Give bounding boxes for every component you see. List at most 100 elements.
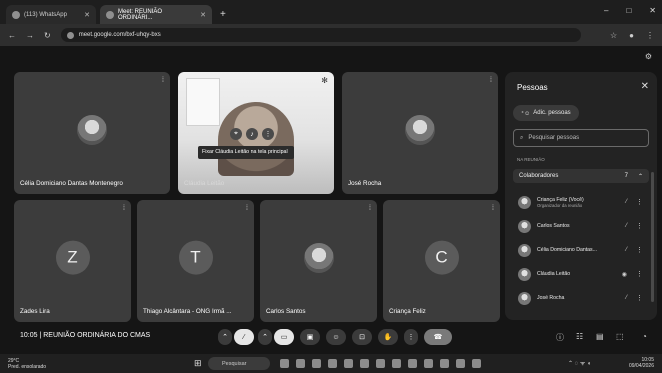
tab-whatsapp[interactable]: (113) WhatsApp ✕ — [6, 5, 96, 24]
mic-off-icon: ⁄ — [625, 295, 627, 301]
weather-widget[interactable]: 29°C Pred. ensolarado — [8, 358, 46, 370]
new-tab-button[interactable]: + — [220, 9, 226, 20]
avatar — [77, 115, 107, 145]
list-item[interactable]: Carlos Santos ⁄ ⋮ — [513, 214, 649, 238]
app-icon[interactable] — [344, 359, 353, 368]
participant-tile[interactable]: ⁞ T Thiago Alcântara - ONG Irmã ... — [137, 200, 254, 322]
list-item[interactable]: Criança Feliz (Você) Organizador da reun… — [513, 190, 649, 214]
tab-meet[interactable]: Meet: REUNIÃO ORDINÁRI... ✕ — [100, 5, 212, 24]
app-icon[interactable] — [280, 359, 289, 368]
chevron-up-icon[interactable]: ⌃ — [638, 173, 643, 180]
app-icon[interactable] — [424, 359, 433, 368]
app-icon[interactable] — [472, 359, 481, 368]
background-window — [186, 78, 220, 126]
app-icon[interactable] — [392, 359, 401, 368]
clock[interactable]: 10:05 09/04/2026 — [629, 357, 654, 369]
window-controls: – □ ✕ — [604, 6, 656, 15]
tile-controls: ⌖ ♪ ⋮ — [230, 128, 274, 140]
participant-video-tile[interactable]: ✻ ⌖ ♪ ⋮ Fixar Cláudia Leitão na tela pri… — [178, 72, 334, 194]
participant-name: Criança Feliz — [389, 308, 426, 315]
leave-call-button[interactable]: ☎ — [424, 329, 452, 345]
add-people-button[interactable]: ⁺☺ Adic. pessoas — [513, 105, 579, 121]
section-label: NA REUNIÃO — [517, 157, 545, 162]
participant-tile[interactable]: ⁞ Célia Domiciano Dantas Montenegro — [14, 72, 170, 194]
video-options-button[interactable]: ⌃ — [258, 329, 272, 345]
app-icon[interactable] — [312, 359, 321, 368]
mic-status-icon: ⁞ — [369, 205, 371, 212]
layout-icon[interactable]: ⚙ — [645, 52, 652, 61]
reload-icon[interactable]: ↻ — [44, 31, 51, 40]
search-placeholder: Pesquisar pessoas — [528, 135, 580, 141]
mic-off-icon: ⁄ — [625, 247, 627, 253]
more-options-icon[interactable]: ⋮ — [636, 294, 643, 302]
mic-status-icon: ⁞ — [246, 205, 248, 212]
back-icon[interactable]: ← — [8, 31, 16, 40]
info-icon[interactable]: ⓘ — [556, 332, 564, 343]
present-screen-icon[interactable]: ⊡ — [352, 329, 372, 345]
start-icon[interactable]: ⊞ — [194, 358, 202, 369]
app-icon[interactable] — [360, 359, 369, 368]
more-options-icon[interactable]: ⋮ — [404, 329, 418, 345]
participant-tile[interactable]: ⁞ Z Zades Lira — [14, 200, 131, 322]
more-options-icon[interactable]: ⋮ — [636, 198, 643, 206]
app-icon[interactable] — [456, 359, 465, 368]
close-tab-icon[interactable]: ✕ — [84, 11, 90, 19]
pin-icon[interactable]: ⌖ — [230, 128, 242, 140]
maximize-button[interactable]: □ — [626, 6, 631, 15]
participant-name: Carlos Santos — [266, 308, 306, 315]
more-options-icon[interactable]: ⋮ — [636, 222, 643, 230]
scrollbar[interactable] — [651, 172, 654, 302]
system-tray-icons[interactable]: ⌃ ◌ ᯤ ◖ — [568, 359, 591, 367]
people-icon[interactable]: ☷ — [576, 332, 583, 341]
bookmark-star-icon[interactable]: ☆ — [610, 31, 617, 40]
more-options-icon[interactable]: ⋮ — [262, 128, 274, 140]
host-controls-icon[interactable]: ◔ — [642, 332, 647, 341]
clock-date: 09/04/2026 — [628, 363, 654, 369]
raise-hand-icon[interactable]: ✋ — [378, 329, 398, 345]
menu-icon[interactable]: ⋮ — [646, 31, 654, 40]
close-tab-icon[interactable]: ✕ — [200, 11, 206, 19]
profile-icon[interactable]: ● — [629, 31, 634, 40]
collaborators-group[interactable]: Colaboradores 7 ⌃ — [513, 169, 649, 183]
app-icon[interactable] — [328, 359, 337, 368]
list-item[interactable]: José Rocha ⁄ ⋮ — [513, 286, 649, 310]
app-icon[interactable] — [376, 359, 385, 368]
address-bar: ← → ↻ meet.google.com/bxf-uhqy-bxs ☆ ● ⋮ — [0, 24, 662, 46]
mute-participant-icon[interactable]: ♪ — [246, 128, 258, 140]
screen: { "browser": { "tabs": [ {"title": "(113… — [0, 0, 662, 373]
minimize-button[interactable]: – — [604, 6, 608, 15]
microphone-toggle-icon[interactable]: ⁄ — [234, 329, 254, 345]
list-item[interactable]: Cláudia Leitão ◉ ⋮ — [513, 262, 649, 286]
taskbar-search[interactable]: Pesquisar — [208, 357, 270, 370]
captions-icon[interactable]: ▣ — [300, 329, 320, 345]
url-field[interactable]: meet.google.com/bxf-uhqy-bxs — [60, 28, 581, 42]
participant-tile[interactable]: ⁞ C Criança Feliz — [383, 200, 500, 322]
whatsapp-favicon-icon — [12, 10, 20, 19]
chat-icon[interactable]: ▤ — [596, 332, 604, 341]
camera-toggle-icon[interactable]: ▭ — [274, 329, 294, 345]
add-person-icon: ⁺☺ — [521, 110, 531, 117]
app-icon[interactable] — [440, 359, 449, 368]
more-options-icon[interactable]: ⋮ — [636, 270, 643, 278]
app-icon[interactable] — [408, 359, 417, 368]
participant-tile[interactable]: ⁞ José Rocha — [342, 72, 498, 194]
participant-tile[interactable]: ⁞ Carlos Santos — [260, 200, 377, 322]
avatar — [303, 243, 334, 273]
forward-icon[interactable]: → — [26, 31, 34, 40]
audio-options-button[interactable]: ⌃ — [218, 329, 232, 345]
avatar — [518, 219, 531, 233]
search-people-field[interactable]: ⌕ Pesquisar pessoas — [513, 129, 649, 147]
more-options-icon[interactable]: ⋮ — [636, 246, 643, 254]
activities-icon[interactable]: ⬚ — [616, 332, 624, 341]
list-item[interactable]: Célia Domiciano Dantas... ⁄ ⋮ — [513, 238, 649, 262]
close-panel-icon[interactable]: ✕ — [641, 81, 649, 92]
emoji-icon[interactable]: ☺ — [326, 329, 346, 345]
avatar-letter: C — [424, 240, 459, 275]
meeting-time: 10:05 — [20, 332, 38, 339]
tab-title: Meet: REUNIÃO ORDINÁRI... — [118, 8, 163, 21]
close-window-button[interactable]: ✕ — [649, 6, 656, 15]
people-list: Criança Feliz (Você) Organizador da reun… — [513, 190, 649, 310]
person-name: José Rocha — [537, 295, 565, 301]
site-info-icon[interactable] — [66, 31, 74, 39]
app-icon[interactable] — [296, 359, 305, 368]
